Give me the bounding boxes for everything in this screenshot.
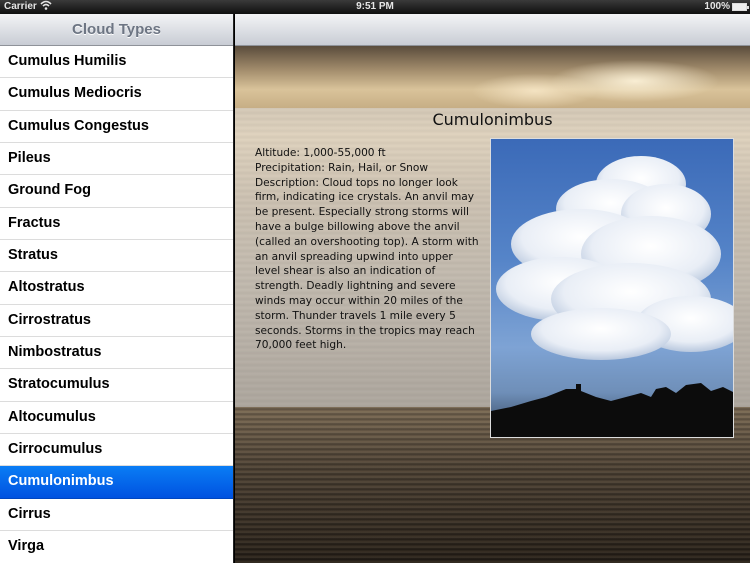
list-item-cirrostratus[interactable]: Cirrostratus [0, 305, 233, 338]
detail-navbar [235, 14, 750, 46]
cloud-title: Cumulonimbus [432, 110, 553, 129]
sidebar-title: Cloud Types [0, 14, 233, 46]
list-item-fractus[interactable]: Fractus [0, 208, 233, 241]
cloud-shape [496, 156, 733, 360]
cloud-type-list-panel: Cloud Types Cumulus Humilis Cumulus Medio… [0, 14, 234, 563]
detail-view: Cumulonimbus Altitude: 1,000-55,000 ft P… [235, 14, 750, 563]
sky-background-image [235, 46, 750, 108]
status-bar: Carrier 9:51 PM 100% [0, 0, 750, 14]
list-item-cumulus-congestus[interactable]: Cumulus Congestus [0, 111, 233, 144]
list-item-cumulus-mediocris[interactable]: Cumulus Mediocris [0, 78, 233, 111]
list-item-ground-fog[interactable]: Ground Fog [0, 175, 233, 208]
precipitation-text: Precipitation: Rain, Hail, or Snow [255, 161, 429, 174]
battery-icon [732, 3, 749, 11]
tree-silhouette [491, 383, 733, 437]
cloud-description: Altitude: 1,000-55,000 ft Precipitation:… [255, 146, 480, 353]
battery-percent: 100% [704, 1, 730, 12]
list-item-altostratus[interactable]: Altostratus [0, 272, 233, 305]
list-item-pileus[interactable]: Pileus [0, 143, 233, 176]
altitude-text: Altitude: 1,000-55,000 ft [255, 147, 386, 159]
list-item-cirrus[interactable]: Cirrus [0, 499, 233, 532]
clock-label: 9:51 PM [356, 1, 394, 12]
list-item-cumulus-humilis[interactable]: Cumulus Humilis [0, 46, 233, 79]
list-item-stratus[interactable]: Stratus [0, 240, 233, 273]
list-item-nimbostratus[interactable]: Nimbostratus [0, 337, 233, 370]
description-text: Description: Cloud tops no longer look f… [255, 176, 479, 352]
list-item-cumulonimbus[interactable]: Cumulonimbus [0, 466, 233, 499]
list-item-altocumulus[interactable]: Altocumulus [0, 402, 233, 435]
cloud-type-list: Cumulus Humilis Cumulus Mediocris Cumulus … [0, 46, 233, 563]
cloud-photo [490, 138, 734, 438]
list-item-stratocumulus[interactable]: Stratocumulus [0, 369, 233, 402]
list-item-cirrocumulus[interactable]: Cirrocumulus [0, 434, 233, 467]
list-item-virga[interactable]: Virga [0, 531, 233, 563]
